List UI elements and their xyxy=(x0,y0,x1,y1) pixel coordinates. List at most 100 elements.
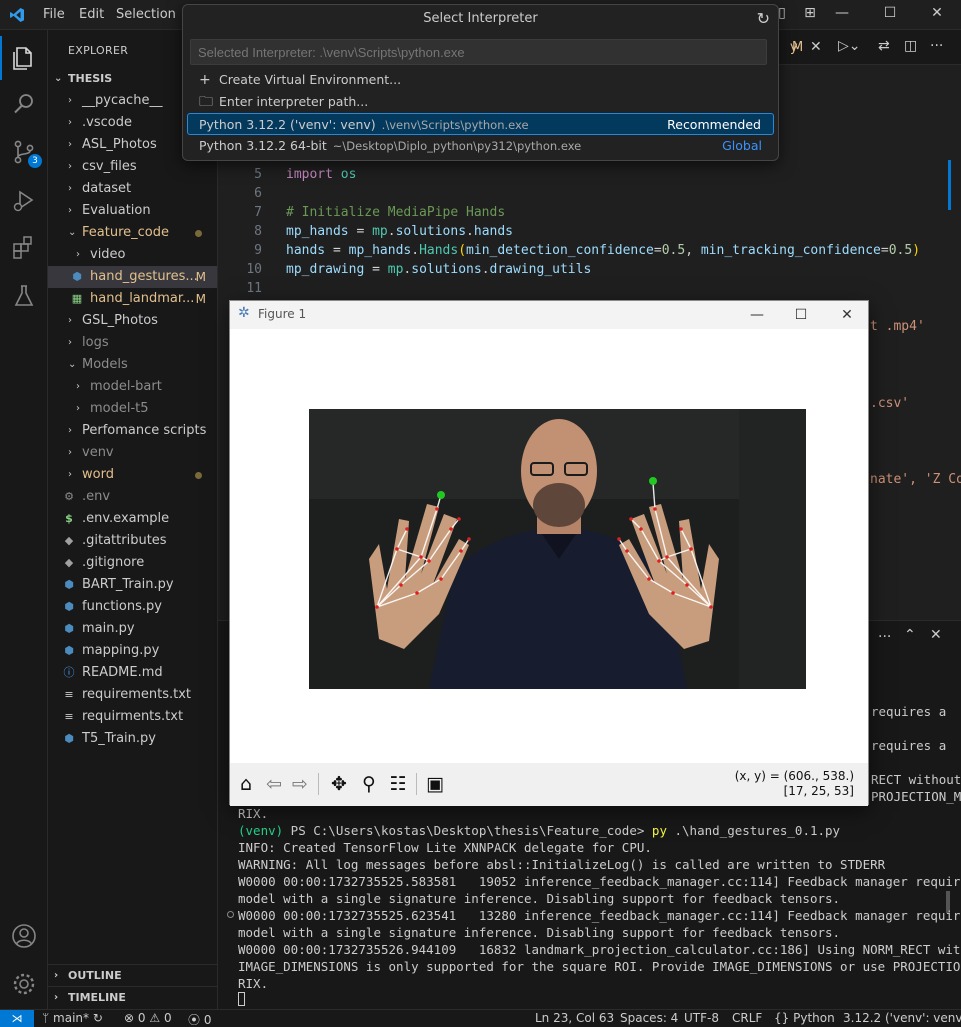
create-virtual-env-option[interactable]: + Create Virtual Environment... xyxy=(187,69,774,91)
modified-dot-icon xyxy=(195,472,202,479)
csv-file-icon: ▦ xyxy=(71,292,83,305)
menu-edit[interactable]: Edit xyxy=(79,7,104,22)
tree-folder-logs[interactable]: › logs xyxy=(48,332,217,354)
tree-folder-feature-code[interactable]: ⌄ Feature_code xyxy=(48,222,217,244)
code-fragment-csv: .csv' xyxy=(870,396,910,411)
figure-close-button[interactable]: ✕ xyxy=(832,304,862,326)
tree-folder-video[interactable]: › video xyxy=(48,244,217,266)
tree-file-hand-gestures[interactable]: ⬢ hand_gestures... M xyxy=(48,266,217,288)
tree-file-functions[interactable]: ⬢ functions.py xyxy=(48,596,217,618)
timeline-section[interactable]: › TIMELINE xyxy=(48,986,217,1008)
status-branch[interactable]: ᛘ main* ↻ xyxy=(42,1011,103,1025)
tree-folder-evaluation[interactable]: › Evaluation xyxy=(48,200,217,222)
close-button[interactable]: ✕ xyxy=(927,5,947,25)
more-actions-icon[interactable]: ··· xyxy=(878,629,891,645)
close-panel-icon[interactable]: ✕ xyxy=(930,627,942,643)
status-language[interactable]: {} Python xyxy=(774,1011,835,1025)
terminal-line: WARNING: All log messages before absl::I… xyxy=(238,857,886,872)
figure-titlebar[interactable]: ✲ Figure 1 — ☐ ✕ xyxy=(230,301,868,329)
tree-file-gitignore[interactable]: ◆ .gitignore xyxy=(48,552,217,574)
python-file-icon: ⬢ xyxy=(64,578,74,591)
maximize-panel-icon[interactable]: ⌃ xyxy=(904,627,916,643)
split-editor-icon[interactable]: ◫ xyxy=(904,38,917,54)
save-figure-icon[interactable]: ▣ xyxy=(422,771,448,797)
menu-file[interactable]: File xyxy=(43,7,65,22)
run-debug-icon[interactable] xyxy=(8,184,40,216)
remote-indicator-icon[interactable]: ⋊ xyxy=(0,1010,34,1027)
tree-folder-performance-scripts[interactable]: › Perfomance scripts xyxy=(48,420,217,442)
forward-arrow-icon[interactable]: ⇨ xyxy=(287,771,313,797)
home-icon[interactable]: ⌂ xyxy=(233,771,259,797)
figure-maximize-button[interactable]: ☐ xyxy=(786,304,816,326)
menu-selection[interactable]: Selection xyxy=(116,7,176,22)
tree-file-env-example[interactable]: $ .env.example xyxy=(48,508,217,530)
tree-file-t5-train[interactable]: ⬢ T5_Train.py xyxy=(48,728,217,750)
minimize-button[interactable]: — xyxy=(832,5,852,25)
tree-file-main[interactable]: ⬢ main.py xyxy=(48,618,217,640)
terminal-prompt-line: (venv) PS C:\Users\kostas\Desktop\thesis… xyxy=(238,823,841,838)
status-problems[interactable]: ⊗ 0 ⚠ 0 xyxy=(124,1011,172,1025)
compare-changes-icon[interactable]: ⇄ xyxy=(878,38,890,54)
status-indentation[interactable]: Spaces: 4 xyxy=(620,1011,678,1025)
run-python-icon[interactable]: ▷⌄ xyxy=(838,38,861,54)
extensions-icon[interactable] xyxy=(8,232,40,264)
source-control-icon[interactable]: 3 xyxy=(8,136,42,168)
interpreter-option-venv[interactable]: Python 3.12.2 ('venv': venv) .\venv\Scrip… xyxy=(187,113,774,135)
status-cursor-position[interactable]: Ln 23, Col 63 xyxy=(535,1011,614,1025)
tree-file-env[interactable]: ⚙ .env xyxy=(48,486,217,508)
outline-section[interactable]: › OUTLINE xyxy=(48,964,217,986)
chevron-right-icon: › xyxy=(68,139,72,150)
pan-move-icon[interactable]: ✥ xyxy=(326,771,352,797)
tree-folder-model-bart[interactable]: › model-bart xyxy=(48,376,217,398)
explorer-icon[interactable] xyxy=(0,36,40,80)
interpreter-search-input[interactable] xyxy=(190,39,767,65)
tab-close-icon[interactable]: ✕ xyxy=(810,39,822,55)
testing-icon[interactable] xyxy=(8,280,40,312)
tree-folder-models[interactable]: ⌄ Models xyxy=(48,354,217,376)
toolbar-divider xyxy=(416,773,417,795)
tree-folder-dataset[interactable]: › dataset xyxy=(48,178,217,200)
enter-interpreter-path-option[interactable]: 🗀 Enter interpreter path... xyxy=(187,91,774,113)
activity-bar: 3 xyxy=(0,30,48,1009)
more-actions-icon[interactable]: ··· xyxy=(930,38,943,54)
tree-file-bart-train[interactable]: ⬢ BART_Train.py xyxy=(48,574,217,596)
select-interpreter-quickpick: Select Interpreter ↻ + Create Virtual En… xyxy=(182,4,779,161)
interpreter-option-global[interactable]: Python 3.12.2 64-bit ~\Desktop\Diplo_pyth… xyxy=(187,135,774,157)
terminal-line: W0000 00:00:1732735525.583581 19052 infe… xyxy=(238,874,961,889)
tree-file-requirments[interactable]: ≡ requirments.txt xyxy=(48,706,217,728)
status-encoding[interactable]: UTF-8 xyxy=(684,1011,719,1025)
status-interpreter[interactable]: 3.12.2 ('venv': venv) xyxy=(843,1011,961,1025)
account-icon[interactable] xyxy=(8,920,40,952)
tree-folder-model-t5[interactable]: › model-t5 xyxy=(48,398,217,420)
chevron-down-icon: ⌄ xyxy=(68,359,77,370)
tree-file-hand-landmarks[interactable]: ▦ hand_landmar... M xyxy=(48,288,217,310)
configure-subplots-icon[interactable]: ☷ xyxy=(385,771,411,797)
back-arrow-icon[interactable]: ⇦ xyxy=(261,771,287,797)
tree-file-mapping[interactable]: ⬢ mapping.py xyxy=(48,640,217,662)
git-file-icon: ◆ xyxy=(64,556,74,569)
terminal-cursor xyxy=(238,992,245,1006)
search-icon[interactable] xyxy=(8,88,40,120)
quickpick-title: Select Interpreter xyxy=(423,11,538,26)
tree-file-gitattributes[interactable]: ◆ .gitattributes xyxy=(48,530,217,552)
error-icon: ⊗ xyxy=(124,1011,135,1025)
refresh-icon[interactable]: ↻ xyxy=(757,9,770,28)
tree-folder-gsl-photos[interactable]: › GSL_Photos xyxy=(48,310,217,332)
tree-folder-word[interactable]: › word xyxy=(48,464,217,486)
command-decoration-icon[interactable] xyxy=(227,911,234,918)
customize-layout-icon[interactable]: ⊞ xyxy=(800,5,820,25)
status-eol[interactable]: CRLF xyxy=(732,1011,762,1025)
figure-minimize-button[interactable]: — xyxy=(742,304,772,326)
tab-modified-badge: M xyxy=(792,40,804,55)
settings-gear-icon[interactable] xyxy=(8,968,40,1000)
figure-toolbar: ⌂ ⇦ ⇨ ✥ ⚲ ☷ ▣ (x, y) = (606., 538.) [17,… xyxy=(230,763,868,806)
zoom-magnifier-icon[interactable]: ⚲ xyxy=(356,771,382,797)
global-label: Global xyxy=(722,138,762,153)
status-ports[interactable]: ⦿ 0 xyxy=(188,1011,211,1027)
tree-folder-venv[interactable]: › venv xyxy=(48,442,217,464)
tree-file-readme[interactable]: ⓘ README.md xyxy=(48,662,217,684)
tree-file-requirements[interactable]: ≡ requirements.txt xyxy=(48,684,217,706)
chevron-down-icon: ⌄ xyxy=(54,73,63,84)
folder-icon: 🗀 xyxy=(199,94,213,110)
maximize-button[interactable]: ☐ xyxy=(880,5,900,25)
